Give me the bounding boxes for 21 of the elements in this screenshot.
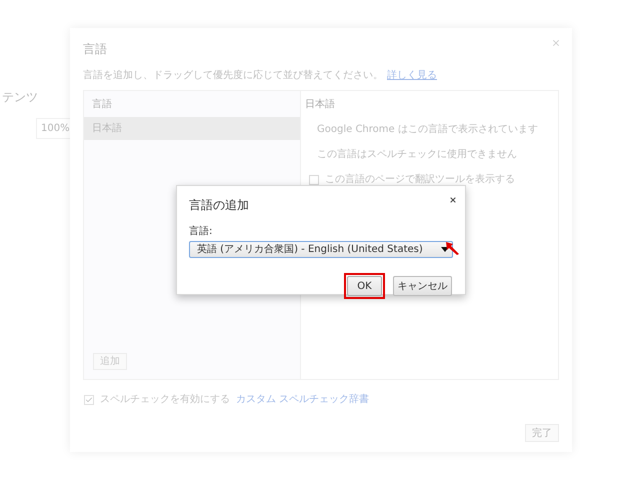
list-header: 言語 (91, 98, 113, 112)
spellcheck-label: スペルチェックを有効にする (100, 392, 230, 407)
details-text: Google Chrome はこの言語で表示されています (317, 122, 539, 137)
dialog-title: 言語 (83, 41, 107, 58)
dialog-description: 言語を追加し、ドラッグして優先度に応じて並び替えてください。 (83, 68, 383, 83)
field-label: 言語: (189, 224, 214, 239)
details-title: 日本語 (305, 98, 336, 112)
translate-checkbox[interactable] (309, 174, 319, 184)
close-icon[interactable] (449, 196, 457, 204)
add-dialog-title: 言語の追加 (189, 197, 249, 214)
language-select[interactable]: 英語 (アメリカ合衆国) - English (United States) (189, 241, 453, 258)
details-text: この言語はスペルチェックに使用できません (317, 148, 518, 162)
spellcheck-checkbox[interactable] (84, 394, 94, 404)
done-button[interactable]: 完了 (525, 424, 559, 442)
section-heading: テンツ (2, 89, 38, 106)
custom-dictionary-link[interactable]: カスタム スペルチェック辞書 (236, 392, 370, 407)
learn-more-link[interactable]: 詳しく見る (387, 68, 437, 83)
cancel-button[interactable]: キャンセル (393, 276, 452, 296)
ok-button[interactable]: OK (347, 276, 382, 296)
pointer-arrow-icon (445, 241, 460, 256)
translate-label: この言語のページで翻訳ツールを表示する (325, 172, 515, 187)
